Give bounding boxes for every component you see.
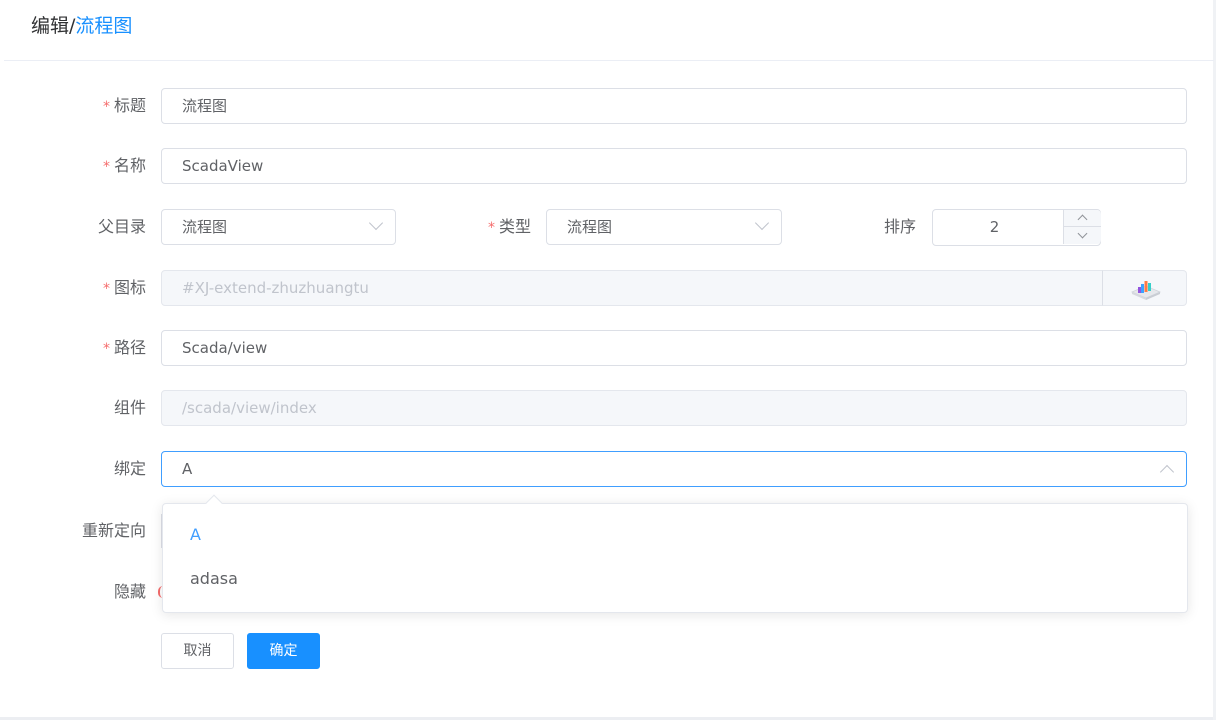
redirect-label: 重新定向 bbox=[81, 521, 146, 540]
path-input[interactable]: Scada/view bbox=[161, 330, 1187, 366]
required-mark: * bbox=[102, 341, 110, 357]
type-select-value: 流程图 bbox=[567, 218, 613, 236]
icon-label: * 图标 bbox=[102, 278, 146, 297]
parent-select[interactable]: 流程图 bbox=[161, 209, 396, 245]
parent-label: 父目录 bbox=[97, 217, 146, 236]
bind-label: 绑定 bbox=[113, 459, 146, 478]
sort-label: 排序 bbox=[883, 217, 916, 236]
cancel-button[interactable]: 取消 bbox=[161, 633, 234, 669]
name-input[interactable]: ScadaView bbox=[161, 148, 1187, 184]
title-label: * 标题 bbox=[102, 96, 146, 115]
required-mark: * bbox=[487, 220, 495, 236]
path-label: * 路径 bbox=[102, 338, 146, 357]
bind-select-value: A bbox=[182, 460, 193, 478]
decrease-button[interactable] bbox=[1063, 227, 1101, 244]
icon-picker-button[interactable] bbox=[1102, 270, 1187, 306]
dropdown-option[interactable]: adasa bbox=[163, 557, 1187, 601]
sort-value[interactable]: 2 bbox=[933, 210, 1056, 245]
bar-chart-3d-icon bbox=[1130, 281, 1162, 300]
title-input[interactable]: 流程图 bbox=[161, 88, 1187, 124]
breadcrumb-prefix: 编辑/ bbox=[31, 15, 76, 37]
page-header: 编辑/流程图 bbox=[4, 0, 1214, 61]
hidden-label: 隐藏 bbox=[113, 582, 146, 601]
required-mark: * bbox=[102, 159, 110, 175]
confirm-button[interactable]: 确定 bbox=[247, 633, 320, 669]
bind-select[interactable]: A bbox=[161, 451, 1187, 487]
dropdown-option[interactable]: A bbox=[163, 513, 1187, 557]
breadcrumb: 编辑/流程图 bbox=[31, 14, 132, 38]
chevron-down-icon bbox=[754, 215, 770, 231]
name-label: * 名称 bbox=[102, 156, 146, 175]
required-mark: * bbox=[102, 281, 110, 297]
dropdown-caret bbox=[205, 494, 223, 512]
component-input: /scada/view/index bbox=[161, 390, 1187, 426]
breadcrumb-current: 流程图 bbox=[75, 15, 133, 37]
sort-number-input[interactable]: 2 bbox=[932, 209, 1101, 246]
type-label: * 类型 bbox=[487, 217, 531, 236]
component-label: 组件 bbox=[113, 398, 146, 417]
type-select[interactable]: 流程图 bbox=[546, 209, 782, 245]
chevron-up-icon bbox=[1159, 464, 1175, 480]
chevron-down-icon bbox=[368, 215, 384, 231]
icon-input: #XJ-extend-zhuzhuangtu bbox=[161, 270, 1103, 306]
required-mark: * bbox=[102, 99, 110, 115]
parent-select-value: 流程图 bbox=[182, 218, 228, 236]
bind-dropdown: A adasa bbox=[162, 494, 1188, 613]
increase-button[interactable] bbox=[1063, 210, 1101, 227]
